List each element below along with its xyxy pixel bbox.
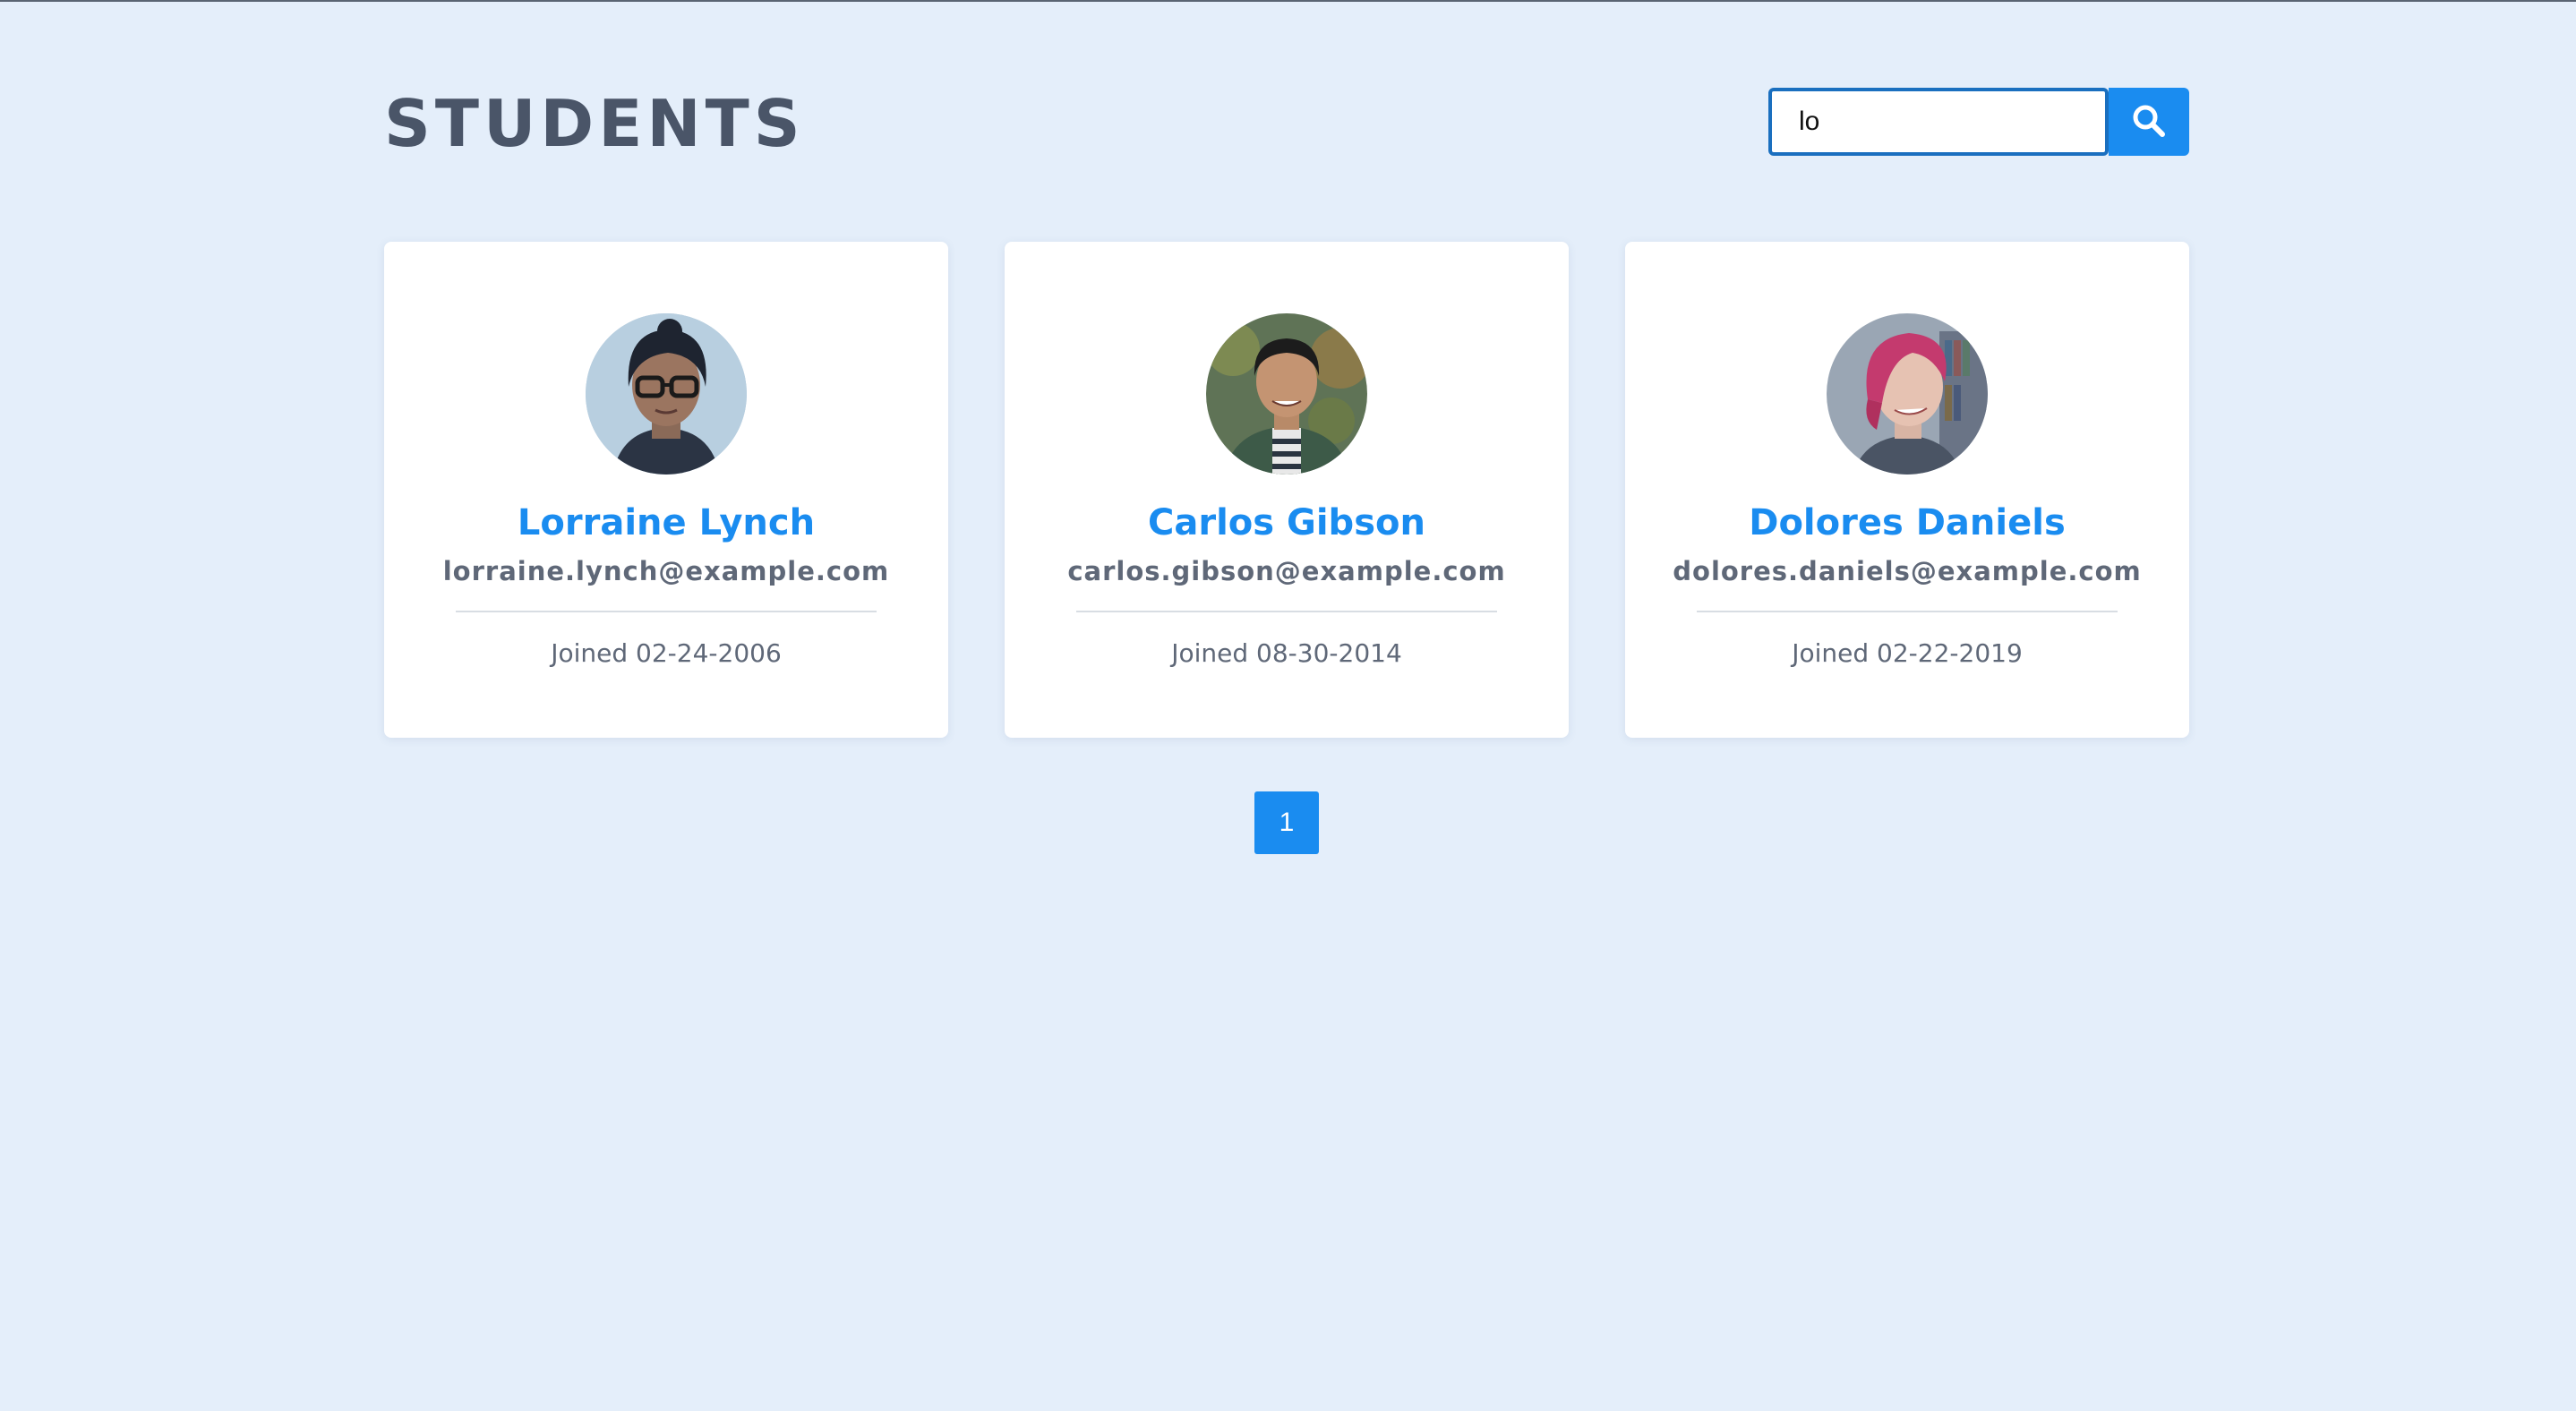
page: STUDENTS lo Lorraine Lynch lorraine.lync…	[384, 2, 2189, 1411]
student-card: Lorraine Lynch lorraine.lynch@example.co…	[384, 242, 948, 738]
page-button-1[interactable]: 1	[1254, 791, 1319, 854]
student-email: dolores.daniels@example.com	[1673, 556, 2142, 586]
avatar	[586, 313, 747, 475]
student-email: carlos.gibson@example.com	[1067, 556, 1506, 586]
search-button[interactable]	[2109, 88, 2189, 156]
student-card: Dolores Daniels dolores.daniels@example.…	[1625, 242, 2189, 738]
divider	[456, 611, 877, 612]
avatar	[1827, 313, 1988, 475]
student-name[interactable]: Lorraine Lynch	[384, 498, 948, 548]
student-card: Carlos Gibson carlos.gibson@example.com …	[1005, 242, 1569, 738]
student-name[interactable]: Carlos Gibson	[1005, 498, 1569, 548]
avatar	[1206, 313, 1367, 475]
joined-date: Joined 02-22-2019	[1792, 638, 2023, 668]
joined-date: Joined 02-24-2006	[551, 638, 782, 668]
header: STUDENTS	[384, 84, 2189, 161]
search-icon	[2131, 103, 2167, 141]
search-input[interactable]	[1768, 88, 2109, 156]
search-bar	[1768, 88, 2189, 156]
student-email: lorraine.lynch@example.com	[442, 556, 890, 586]
divider	[1697, 611, 2118, 612]
divider	[1076, 611, 1497, 612]
student-name[interactable]: Dolores Daniels	[1625, 498, 2189, 548]
pagination: 1	[1254, 791, 1319, 854]
joined-date: Joined 08-30-2014	[1171, 638, 1402, 668]
page-title: STUDENTS	[384, 86, 805, 161]
student-cards: Lorraine Lynch lorraine.lynch@example.co…	[384, 242, 2189, 740]
